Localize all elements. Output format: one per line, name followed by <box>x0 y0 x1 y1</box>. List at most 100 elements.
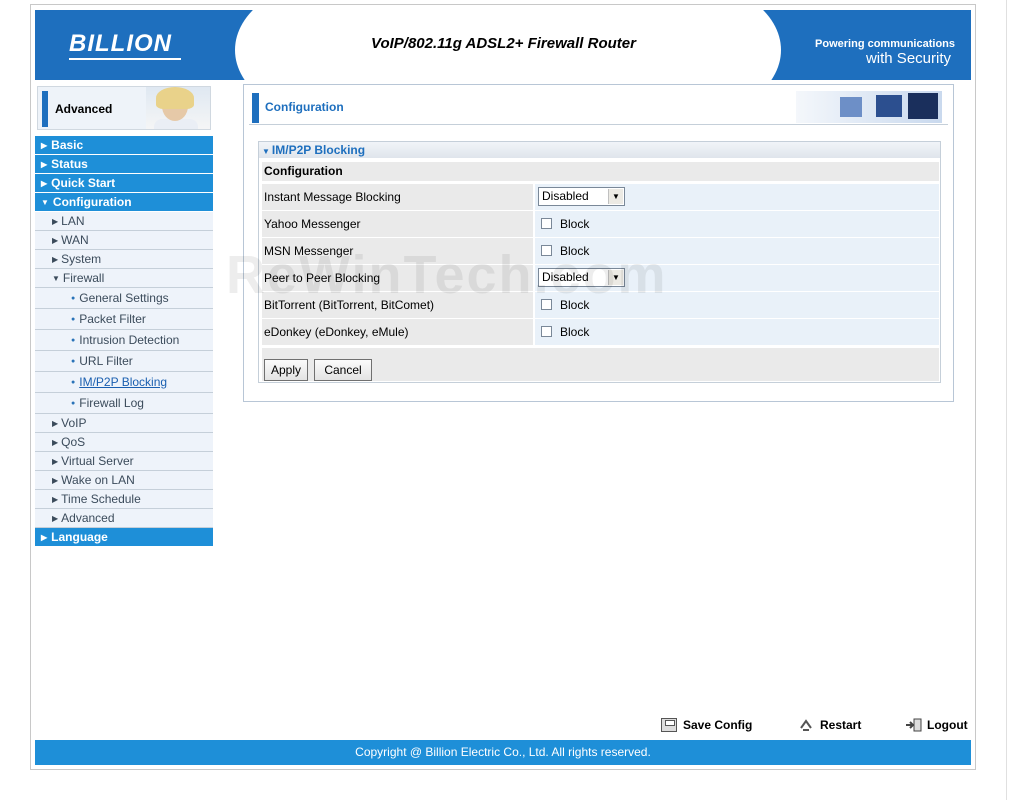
chevron-down-icon: ▼ <box>608 270 623 285</box>
sidebar-item-label: IM/P2P Blocking <box>79 375 168 389</box>
mode-photo-hair <box>156 87 194 109</box>
row-label: eDonkey (eDonkey, eMule) <box>262 319 533 345</box>
sidebar-item-label: Firewall <box>62 271 105 285</box>
save-config-link[interactable]: Save Config <box>661 718 752 732</box>
mode-label: Advanced <box>55 102 113 116</box>
sidebar-item-label: Quick Start <box>51 176 116 190</box>
peer-to-peer-blocking-select[interactable]: Disabled ▼ <box>538 268 625 287</box>
bullet-icon: ● <box>71 336 76 344</box>
sidebar-item-label: Language <box>51 530 108 544</box>
sidebar-item-label: Configuration <box>52 195 132 209</box>
office-picture <box>796 91 942 123</box>
triangle-right-icon: ▶ <box>52 456 59 466</box>
logout-icon <box>905 718 922 732</box>
table-header: Configuration <box>262 162 939 181</box>
apply-button[interactable]: Apply <box>264 359 308 381</box>
sidebar-item-firewall-log[interactable]: ● Firewall Log <box>35 393 213 414</box>
header-banner: BILLION VoIP/802.11g ADSL2+ Firewall Rou… <box>35 10 971 80</box>
bullet-icon: ● <box>71 378 76 386</box>
bullet-icon: ● <box>71 315 76 323</box>
sidebar-item-wan[interactable]: ▶ WAN <box>35 231 213 250</box>
triangle-down-icon: ▼ <box>262 147 270 156</box>
sidebar-item-virtual-server[interactable]: ▶ Virtual Server <box>35 452 213 471</box>
sidebar-item-qos[interactable]: ▶ QoS <box>35 433 213 452</box>
bittorrent-bittorrent-bitcomet-checkbox[interactable] <box>541 299 552 310</box>
sidebar-item-label: Status <box>51 157 88 171</box>
sidebar-item-label: Intrusion Detection <box>79 333 180 347</box>
sidebar-item-label: Wake on LAN <box>61 473 135 487</box>
sidebar-item-advanced[interactable]: ▶ Advanced <box>35 509 213 528</box>
sidebar-item-packet-filter[interactable]: ● Packet Filter <box>35 309 213 330</box>
sidebar-item-configuration[interactable]: ▼ Configuration <box>35 193 213 212</box>
sidebar-item-label: WAN <box>61 233 89 247</box>
sidebar-item-label: Packet Filter <box>79 312 146 326</box>
mode-banner-accent <box>42 91 48 127</box>
logout-label: Logout <box>927 718 968 732</box>
sidebar-item-im-p2p-blocking[interactable]: ● IM/P2P Blocking <box>35 372 213 393</box>
tagline-top: Powering communications <box>815 38 955 50</box>
monitor-shape <box>908 93 938 119</box>
sidebar-item-status[interactable]: ▶ Status <box>35 155 213 174</box>
row-instant-message-blocking: Instant Message Blocking Disabled ▼ <box>262 184 939 210</box>
msn-messenger-checkbox[interactable] <box>541 245 552 256</box>
sidebar-item-url-filter[interactable]: ● URL Filter <box>35 351 213 372</box>
row-value-cell: Block <box>535 292 939 318</box>
sidebar-item-voip[interactable]: ▶ VoIP <box>35 414 213 433</box>
section-title: IM/P2P Blocking <box>271 143 366 157</box>
sidebar-item-general-settings[interactable]: ● General Settings <box>35 288 213 309</box>
sidebar-item-label: Firewall Log <box>79 396 144 410</box>
bottom-actions: Save Config Restart Logout <box>35 714 971 738</box>
row-bittorrent-bittorrent-bitcomet: BitTorrent (BitTorrent, BitComet) Block <box>262 292 939 318</box>
row-value-cell: Block <box>535 211 939 237</box>
button-bar: Apply Cancel <box>262 348 939 381</box>
edonkey-edonkey-emule-checkbox[interactable] <box>541 326 552 337</box>
checkbox-label: Block <box>560 298 590 312</box>
sidebar-item-system[interactable]: ▶ System <box>35 250 213 269</box>
select-value: Disabled <box>542 270 589 284</box>
sidebar-item-intrusion-detection[interactable]: ● Intrusion Detection <box>35 330 213 351</box>
sidebar-item-label: URL Filter <box>79 354 133 368</box>
triangle-right-icon: ▶ <box>41 532 48 542</box>
triangle-right-icon: ▶ <box>52 254 59 264</box>
sidebar-item-label: Time Schedule <box>61 492 141 506</box>
restart-link[interactable]: Restart <box>798 718 861 732</box>
row-label: Peer to Peer Blocking <box>262 265 533 291</box>
monitor-shape <box>876 95 902 117</box>
billion-logo: BILLION <box>69 30 181 60</box>
bullet-icon: ● <box>71 399 76 407</box>
yahoo-messenger-checkbox[interactable] <box>541 218 552 229</box>
window-scrollbar[interactable] <box>1006 0 1022 800</box>
bullet-icon: ● <box>71 357 76 365</box>
sidebar-nav: ▶ Basic ▶ Status ▶ Quick Start ▼ Configuration ▶… <box>35 136 213 547</box>
monitor-shape <box>840 97 862 117</box>
logout-link[interactable]: Logout <box>905 718 968 732</box>
sidebar-item-quick-start[interactable]: ▶ Quick Start <box>35 174 213 193</box>
triangle-right-icon: ▶ <box>52 494 59 504</box>
cancel-button[interactable]: Cancel <box>314 359 372 381</box>
triangle-right-icon: ▶ <box>41 159 48 169</box>
instant-message-blocking-select[interactable]: Disabled ▼ <box>538 187 625 206</box>
sidebar-item-firewall[interactable]: ▼ Firewall <box>35 269 213 288</box>
triangle-right-icon: ▶ <box>52 513 59 523</box>
sidebar-item-time-schedule[interactable]: ▶ Time Schedule <box>35 490 213 509</box>
triangle-right-icon: ▶ <box>41 178 48 188</box>
sidebar-item-label: System <box>61 252 102 266</box>
content-panel: Configuration ▼ IM/P2P Blocking Configura… <box>243 84 954 402</box>
sidebar-item-lan[interactable]: ▶ LAN <box>35 212 213 231</box>
section-header[interactable]: ▼ IM/P2P Blocking <box>259 142 940 158</box>
sidebar-item-label: VoIP <box>61 416 87 430</box>
sidebar-item-label: QoS <box>61 435 86 449</box>
save-config-label: Save Config <box>683 718 753 732</box>
sidebar-item-basic[interactable]: ▶ Basic <box>35 136 213 155</box>
row-value-cell: Disabled ▼ <box>535 265 939 291</box>
checkbox-label: Block <box>560 244 590 258</box>
row-label: Yahoo Messenger <box>262 211 533 237</box>
triangle-right-icon: ▶ <box>52 437 59 447</box>
sidebar-item-language[interactable]: ▶ Language <box>35 528 213 547</box>
sidebar-item-wake-on-lan[interactable]: ▶ Wake on LAN <box>35 471 213 490</box>
checkbox-label: Block <box>560 217 590 231</box>
bullet-icon: ● <box>71 294 76 302</box>
sidebar-item-label: General Settings <box>79 291 169 305</box>
tagline-bottom: with Security <box>865 50 951 67</box>
sidebar-item-label: Advanced <box>61 511 115 525</box>
